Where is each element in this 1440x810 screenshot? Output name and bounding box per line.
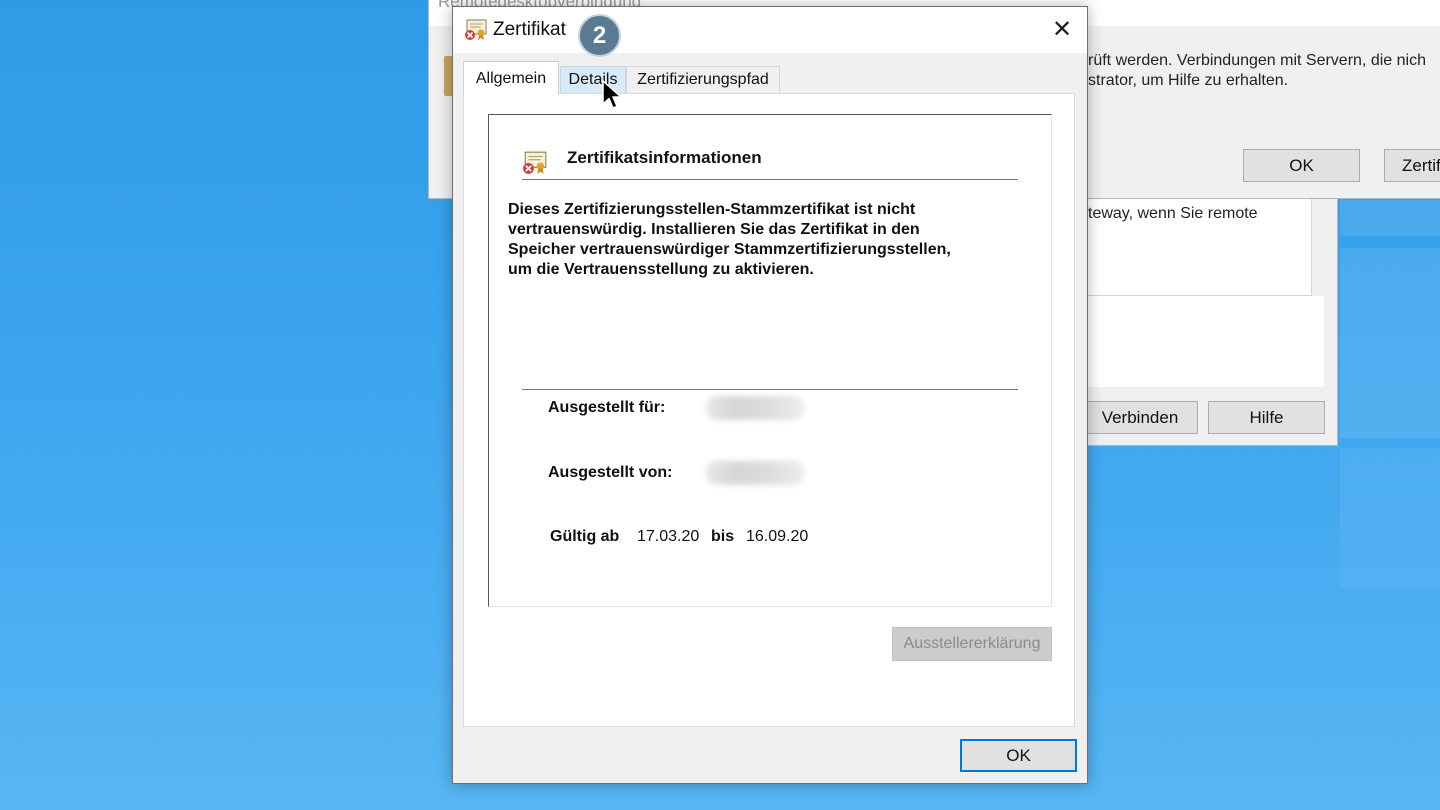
wallpaper-pane	[1340, 200, 1440, 236]
certificate-error-icon	[523, 151, 547, 174]
ok-button[interactable]: OK	[960, 739, 1077, 772]
warning-line: Speicher vertrauenswürdiger Stammzertifi…	[508, 241, 951, 258]
valid-to-value: 16.09.20	[746, 528, 809, 545]
warning-line: um die Vertrauensstellung zu aktivieren.	[508, 261, 814, 278]
warning-ok-button[interactable]: OK	[1243, 149, 1360, 182]
wallpaper-pane	[1340, 448, 1440, 588]
warning-message-line: rüft werden. Verbindungen mit Servern, d…	[1088, 52, 1426, 69]
trust-warning-text: Dieses Zertifizierungsstellen-Stammzerti…	[508, 200, 1008, 280]
valid-to-label: bis	[711, 528, 735, 545]
warning-line: vertrauenswürdig. Installieren Sie das Z…	[508, 221, 920, 238]
step-badge: 2	[578, 14, 621, 57]
divider	[522, 179, 1018, 180]
rdp-window-lower-panel	[1086, 296, 1324, 387]
warning-message-line: strator, um Hilfe zu erhalten.	[1088, 72, 1289, 89]
issued-to-label: Ausgestellt für:	[548, 399, 666, 416]
issued-to-value-redacted	[706, 396, 804, 420]
warning-line: Dieses Zertifizierungsstellen-Stammzerti…	[508, 201, 916, 218]
help-button[interactable]: Hilfe	[1208, 401, 1325, 434]
issuer-statement-button[interactable]: Ausstellererklärung	[892, 627, 1052, 661]
tab-certification-path[interactable]: Zertifizierungspfad	[626, 66, 780, 93]
dialog-titlebar: Zertifikat ✕	[453, 7, 1087, 53]
certificate-error-icon	[465, 19, 487, 40]
mouse-cursor-icon	[602, 80, 622, 109]
dialog-title: Zertifikat	[493, 19, 566, 40]
connect-button[interactable]: Verbinden	[1082, 401, 1198, 434]
wallpaper-pane	[1340, 248, 1440, 438]
close-icon[interactable]: ✕	[1047, 15, 1077, 45]
warning-certificate-button[interactable]: Zertif	[1384, 149, 1440, 182]
rdp-window-text-line: teway, wenn Sie remote	[1088, 205, 1258, 222]
issued-by-value-redacted	[706, 461, 804, 485]
issued-by-label: Ausgestellt von:	[548, 464, 673, 481]
valid-from-label: Gültig ab	[550, 528, 620, 545]
divider	[522, 389, 1018, 390]
valid-from-value: 17.03.20	[637, 528, 700, 545]
tab-general[interactable]: Allgemein	[463, 61, 559, 95]
certificate-info-title: Zertifikatsinformationen	[567, 148, 762, 167]
